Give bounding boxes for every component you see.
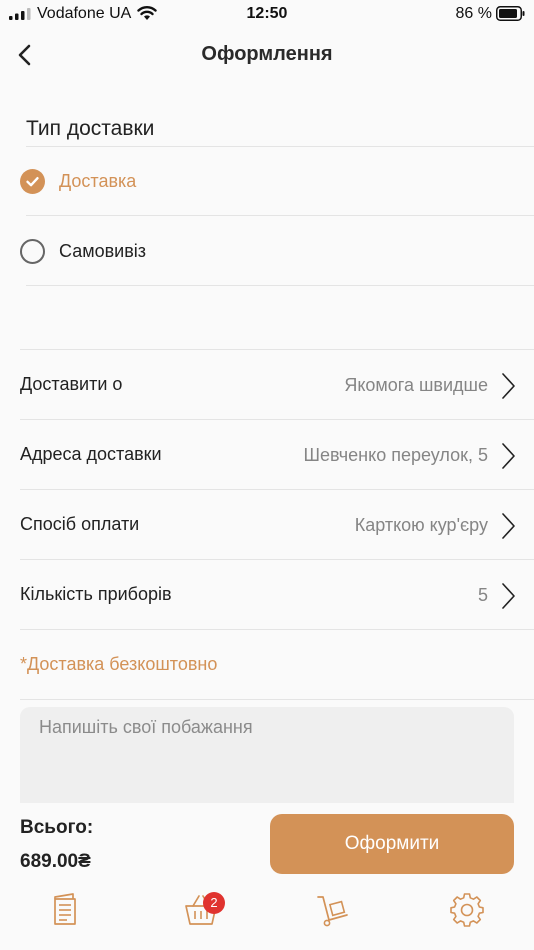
divider	[20, 699, 534, 700]
delivery-option-label: Доставка	[59, 171, 137, 191]
total-label: Всього:	[20, 817, 94, 838]
menu-icon[interactable]	[47, 890, 87, 930]
divider	[20, 629, 534, 630]
cutlery-count-label: Кількість приборів	[20, 584, 172, 604]
chevron-right-icon	[502, 583, 515, 609]
total-value: 689.00₴	[20, 851, 91, 872]
cutlery-count-row[interactable]: Кількість приборів 5	[0, 560, 534, 630]
wishes-input[interactable]	[20, 707, 514, 803]
status-bar: Vodafone UA 12:50 86 %	[0, 0, 534, 30]
deliver-at-value: Якомога швидше	[344, 375, 488, 395]
divider	[26, 285, 534, 286]
delivery-option-delivery[interactable]: Доставка	[0, 150, 534, 212]
delivery-address-label: Адреса доставки	[20, 444, 162, 464]
cart-count-badge: 2	[203, 892, 225, 914]
payment-method-label: Спосіб оплати	[20, 514, 140, 534]
deliver-at-label: Доставити о	[20, 374, 123, 394]
settings-gear-icon[interactable]	[447, 890, 487, 930]
delivery-address-value: Шевченко переулок, 5	[303, 445, 488, 465]
divider	[26, 215, 534, 216]
battery-percent: 86 %	[455, 5, 492, 22]
payment-method-value: Карткою кур'єру	[354, 515, 488, 535]
deliver-at-row[interactable]: Доставити о Якомога швидше	[0, 350, 534, 420]
radio-unchecked-icon[interactable]	[20, 239, 45, 264]
wishes-box	[20, 707, 514, 803]
radio-checked-icon[interactable]	[20, 169, 45, 194]
page-title: Оформлення	[201, 43, 333, 65]
checkout-button[interactable]: Оформити	[270, 814, 514, 874]
free-delivery-note: *Доставка безкоштовно	[20, 654, 218, 674]
delivery-option-pickup[interactable]: Самовивіз	[0, 220, 534, 282]
pickup-option-label: Самовивіз	[59, 241, 147, 261]
delivery-type-title: Тип доставки	[26, 117, 155, 140]
delivery-cart-icon[interactable]	[313, 890, 353, 930]
cutlery-count-value: 5	[477, 585, 488, 605]
payment-method-row[interactable]: Спосіб оплати Карткою кур'єру	[0, 490, 534, 560]
battery-icon	[496, 6, 525, 21]
chevron-right-icon	[502, 373, 515, 399]
delivery-address-row[interactable]: Адреса доставки Шевченко переулок, 5	[0, 420, 534, 490]
divider	[26, 146, 534, 147]
chevron-right-icon	[502, 443, 515, 469]
status-time: 12:50	[246, 5, 288, 22]
tab-bar	[0, 880, 534, 950]
nav-bar: Оформлення	[0, 30, 534, 80]
chevron-right-icon	[502, 513, 515, 539]
